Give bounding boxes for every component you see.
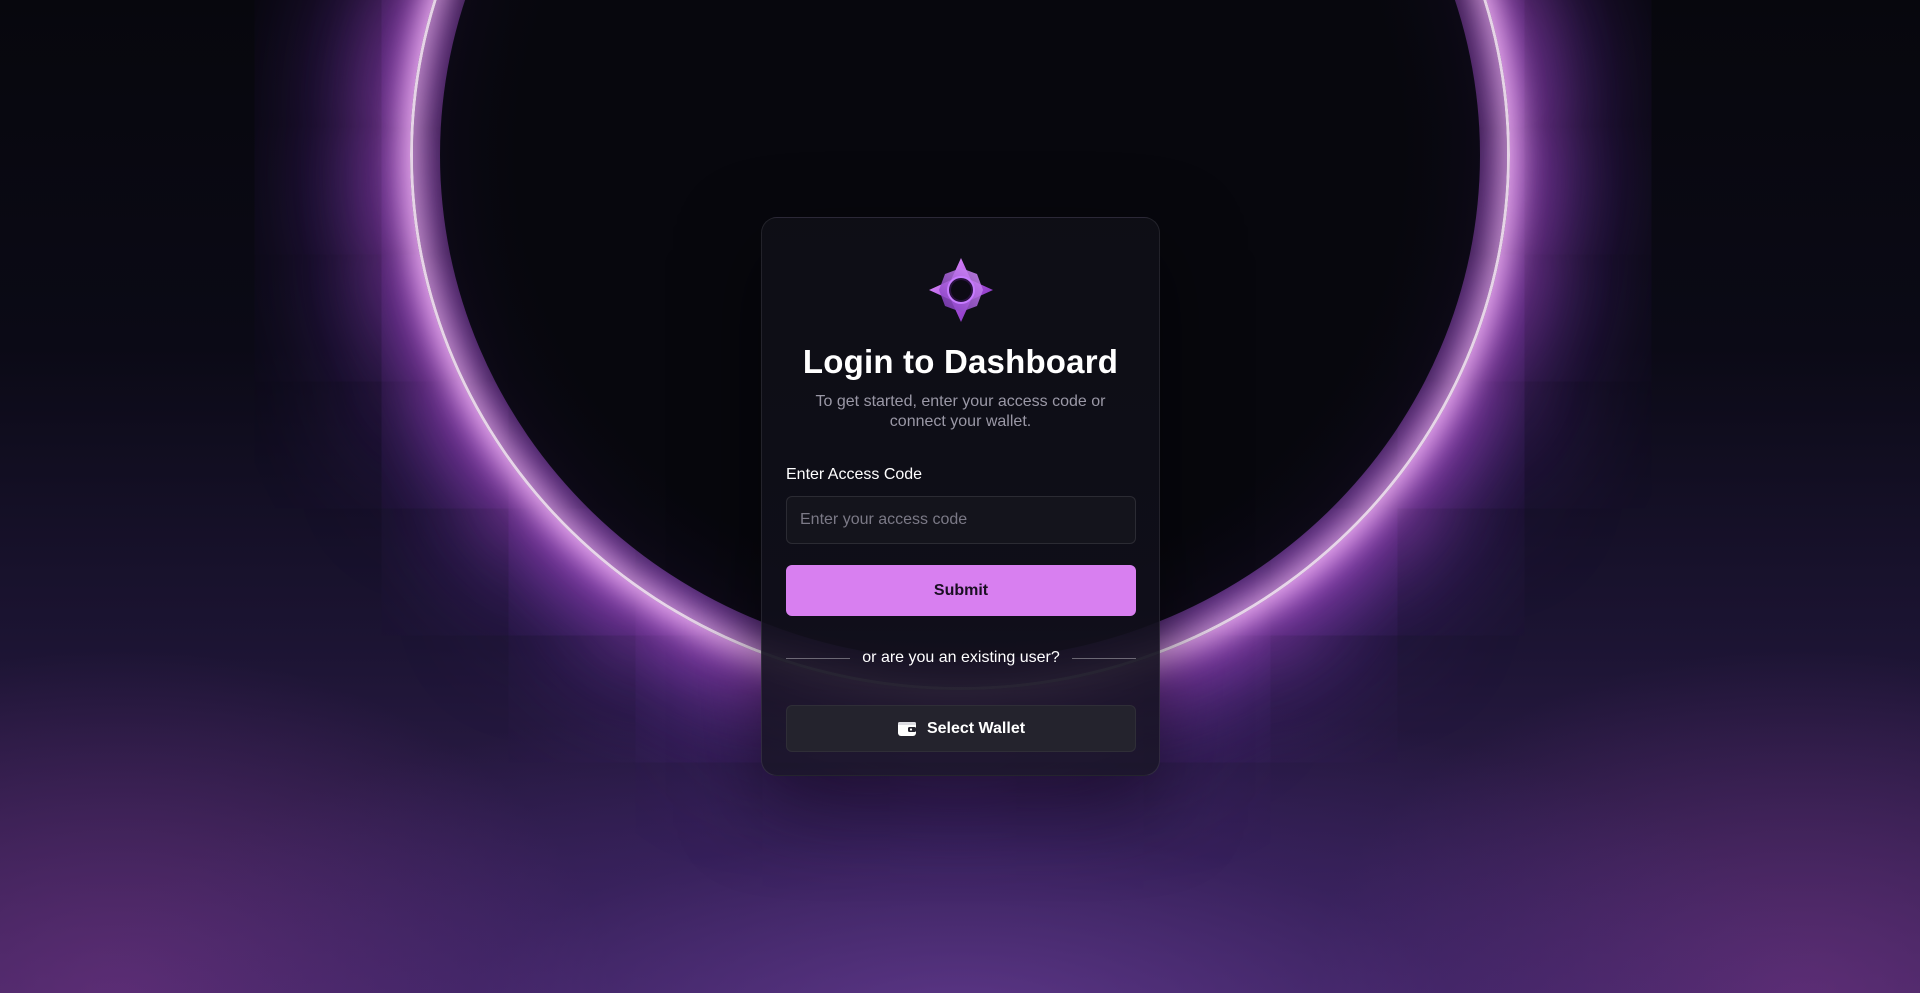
- login-card: Login to Dashboard To get started, enter…: [761, 217, 1160, 776]
- divider: or are you an existing user?: [786, 648, 1137, 668]
- divider-line-left: [786, 657, 851, 659]
- star-logo-icon: [929, 258, 993, 322]
- divider-line-right: [1071, 657, 1137, 659]
- select-wallet-button[interactable]: Select Wallet: [786, 705, 1136, 752]
- wallet-icon: [897, 721, 916, 736]
- access-code-label: Enter Access Code: [786, 466, 923, 483]
- page-subtitle: To get started, enter your access code o…: [815, 393, 1106, 430]
- divider-text: or are you an existing user?: [862, 649, 1060, 666]
- access-code-input[interactable]: [786, 496, 1136, 544]
- submit-button[interactable]: Submit: [786, 565, 1136, 616]
- page-title: Login to Dashboard: [802, 343, 1119, 380]
- select-wallet-label: Select Wallet: [926, 719, 1026, 737]
